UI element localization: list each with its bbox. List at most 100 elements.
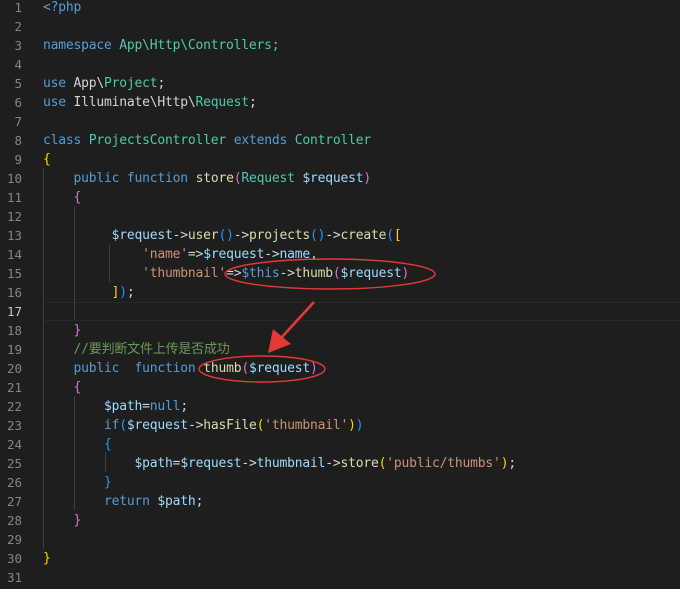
code-token: { (43, 152, 51, 167)
code-line[interactable]: 28 } (0, 511, 680, 530)
code-line[interactable]: 18 } (0, 321, 680, 340)
code-token: () (309, 228, 326, 243)
line-number: 29 (6, 532, 22, 547)
line-code: } (43, 549, 51, 568)
code-token: $path (157, 494, 196, 509)
code-line[interactable]: 13 $request->user()->projects()->create(… (0, 226, 680, 245)
code-line[interactable]: 1 <?php (0, 0, 680, 17)
code-line[interactable]: 3 namespace App\Http\Controllers; (0, 36, 680, 55)
code-token: $request (126, 418, 188, 433)
code-token: () (218, 228, 234, 243)
code-token: 'name' (142, 247, 188, 262)
code-token: thumb (203, 361, 242, 376)
code-line[interactable]: 8 class ProjectsController extends Contro… (0, 131, 680, 150)
code-token: => (226, 266, 242, 281)
code-token: } (73, 513, 82, 528)
code-line[interactable]: 12 (0, 207, 680, 226)
code-token: ; (508, 456, 516, 471)
code-token: -> (233, 228, 249, 243)
line-number: 17 (6, 304, 22, 319)
code-line[interactable]: 4 (0, 55, 680, 74)
code-editor[interactable]: 1 <?php 2 3 namespace App\Http\Controllers; 4… (0, 0, 680, 589)
code-token: name (279, 247, 310, 262)
code-line[interactable]: 15 'thumbnail'=>$this->thumb($request) (0, 264, 680, 283)
line-number: 4 (14, 57, 22, 72)
line-code: class ProjectsController extends Control… (43, 131, 371, 150)
code-line[interactable]: 20 public function thumb($request) (0, 359, 680, 378)
code-line[interactable]: 11 { (0, 188, 680, 207)
line-code: { (43, 435, 112, 454)
code-token: } (43, 551, 51, 566)
code-token: store (340, 456, 379, 471)
code-line[interactable]: 31 (0, 568, 680, 587)
code-line[interactable]: 14 'name'=>$request->name, (0, 245, 680, 264)
code-line[interactable]: 17 (0, 302, 680, 321)
code-token: Request (195, 95, 250, 110)
code-token: use (43, 95, 66, 110)
line-number: 14 (6, 247, 22, 262)
line-number: 30 (6, 551, 22, 566)
code-line[interactable]: 6 use Illuminate\Http\Request; (0, 93, 680, 112)
code-line[interactable]: 23 if($request->hasFile('thumbnail')) (0, 416, 680, 435)
code-token: projects (248, 228, 310, 243)
code-line[interactable]: 29 (0, 530, 680, 549)
code-token: $request (180, 456, 242, 471)
code-token: Controller (294, 133, 372, 148)
code-token: -> (241, 456, 257, 471)
code-token: ( (241, 361, 249, 376)
code-token: $path (134, 456, 173, 471)
code-token: public (73, 171, 120, 186)
code-token: $request (302, 171, 364, 186)
code-line[interactable]: 26 } (0, 473, 680, 492)
line-code: use App\Project; (43, 74, 165, 93)
code-line[interactable]: 21 { (0, 378, 680, 397)
code-line[interactable]: 9{ (0, 150, 680, 169)
code-token: { (73, 380, 82, 395)
code-token: user (187, 228, 219, 243)
line-number: 5 (14, 76, 22, 91)
line-number: 23 (6, 418, 22, 433)
code-line[interactable]: 24 { (0, 435, 680, 454)
code-token: ) (310, 361, 318, 376)
code-token: ; (126, 285, 135, 300)
code-line[interactable]: 19 //要判断文件上传是否成功 (0, 340, 680, 359)
code-token: $request (248, 361, 310, 376)
code-token: $path (104, 399, 143, 414)
code-token: ) (348, 418, 356, 433)
line-number: 19 (6, 342, 22, 357)
code-line[interactable]: 22 $path=null; (0, 397, 680, 416)
line-code: <?php (43, 0, 81, 17)
code-token: ) (119, 285, 127, 300)
line-number: 15 (6, 266, 22, 281)
line-number: 25 (6, 456, 22, 471)
code-line[interactable]: 27 return $path; (0, 492, 680, 511)
code-token: $this (241, 266, 280, 281)
code-token: class (43, 133, 82, 148)
code-line[interactable]: 10 public function store(Request $reques… (0, 169, 680, 188)
code-line[interactable]: 2 (0, 17, 680, 36)
code-line[interactable]: 5 use App\Project; (0, 74, 680, 93)
code-token: ( (119, 418, 127, 433)
line-code: public function store(Request $request) (43, 169, 372, 188)
line-number: 22 (6, 399, 22, 414)
code-line[interactable]: 25 $path=$request->thumbnail->store('pub… (0, 454, 680, 473)
code-line[interactable]: 16 ]); (0, 283, 680, 302)
line-code: { (43, 188, 82, 207)
code-line[interactable]: 7 (0, 112, 680, 131)
code-token: => (187, 247, 204, 262)
line-number: 16 (6, 285, 22, 300)
code-token: thumb (294, 266, 333, 281)
code-token: ; (157, 76, 166, 91)
line-code: { (43, 150, 51, 169)
code-line[interactable]: 30} (0, 549, 680, 568)
line-number: 13 (6, 228, 22, 243)
